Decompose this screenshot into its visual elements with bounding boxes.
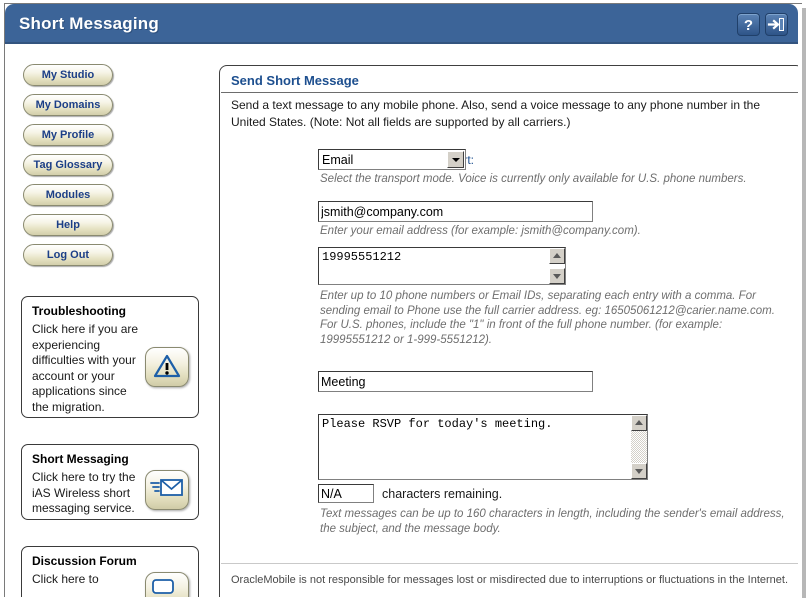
recipients-field-wrapper: 19995551212: [318, 247, 566, 285]
question-mark-icon: ?: [738, 14, 759, 35]
recipients-field[interactable]: 19995551212: [319, 248, 549, 284]
message-text-field[interactable]: Please RSVP for today's meeting.: [319, 415, 631, 479]
scroll-down-icon[interactable]: [549, 268, 565, 284]
message-scrollbar[interactable]: [631, 415, 647, 479]
scroll-down-icon[interactable]: [631, 463, 647, 479]
window-shadow: [802, 8, 806, 598]
footer-divider: [221, 563, 798, 564]
characters-remaining-label: characters remaining.: [382, 487, 503, 501]
side-panel-body: Click here if you are experiencing diffi…: [32, 322, 139, 414]
side-panel-body: Click here to: [32, 572, 99, 586]
transport-select[interactable]: EmailVoiceSMS: [318, 149, 466, 170]
from-hint: Enter your email address (for example: j…: [320, 225, 641, 237]
scroll-up-icon[interactable]: [549, 248, 565, 264]
characters-remaining-field: [318, 484, 374, 503]
side-panel-title: Discussion Forum: [32, 554, 137, 568]
panel-intro-text: Send a text message to any mobile phone.…: [231, 98, 761, 129]
exit-door-icon: [766, 14, 787, 35]
side-panel-title: Troubleshooting: [32, 304, 126, 318]
side-panel-body: Click here to try the iAS Wireless short…: [32, 470, 136, 515]
recipients-hint: Enter up to 10 phone numbers or Email ID…: [320, 290, 775, 346]
exit-button[interactable]: [765, 13, 788, 36]
from-field[interactable]: [318, 201, 593, 222]
title-divider: [221, 92, 798, 93]
nav-button-my-studio[interactable]: My Studio: [23, 64, 113, 86]
message-text-wrapper: Please RSVP for today's meeting.: [318, 414, 648, 480]
svg-text:?: ?: [744, 17, 753, 34]
sidebar: My Studio My Domains My Profile Tag Glos…: [5, 44, 213, 597]
nav-button-modules[interactable]: Modules: [23, 184, 113, 206]
window-title: Short Messaging: [19, 14, 159, 33]
envelope-icon: [145, 470, 189, 510]
content-area: My Studio My Domains My Profile Tag Glos…: [5, 44, 798, 597]
scroll-up-icon[interactable]: [631, 415, 647, 431]
send-short-message-panel: Send Short Message Send a text message t…: [219, 65, 798, 597]
footer-disclaimer: OracleMobile is not responsible for mess…: [231, 574, 788, 586]
page-title: Send Short Message: [231, 73, 359, 88]
forum-icon: [145, 572, 189, 597]
side-panel-troubleshooting[interactable]: Troubleshooting Click here if you are ex…: [21, 296, 199, 418]
subject-field[interactable]: [318, 371, 593, 392]
nav-button-log-out[interactable]: Log Out: [23, 244, 113, 266]
nav-button-my-profile[interactable]: My Profile: [23, 124, 113, 146]
scrollbar-track[interactable]: [631, 431, 647, 463]
transport-hint: Select the transport mode. Voice is curr…: [320, 173, 747, 185]
nav-button-help[interactable]: Help: [23, 214, 113, 236]
side-panel-discussion-forum[interactable]: Discussion Forum Click here to: [21, 546, 199, 597]
warning-triangle-icon: [145, 347, 189, 387]
help-button[interactable]: ?: [737, 13, 760, 36]
characters-remaining-hint: Text messages can be up to 160 character…: [320, 508, 785, 535]
recipients-scrollbar[interactable]: [549, 248, 565, 284]
application-window: Short Messaging ? My Studio My Domains M…: [0, 0, 811, 598]
nav-button-tag-glossary[interactable]: Tag Glossary: [23, 154, 113, 176]
side-panel-title: Short Messaging: [32, 452, 129, 466]
nav-button-my-domains[interactable]: My Domains: [23, 94, 113, 116]
title-bar: Short Messaging ?: [5, 4, 798, 44]
side-panel-short-messaging[interactable]: Short Messaging Click here to try the iA…: [21, 444, 199, 520]
